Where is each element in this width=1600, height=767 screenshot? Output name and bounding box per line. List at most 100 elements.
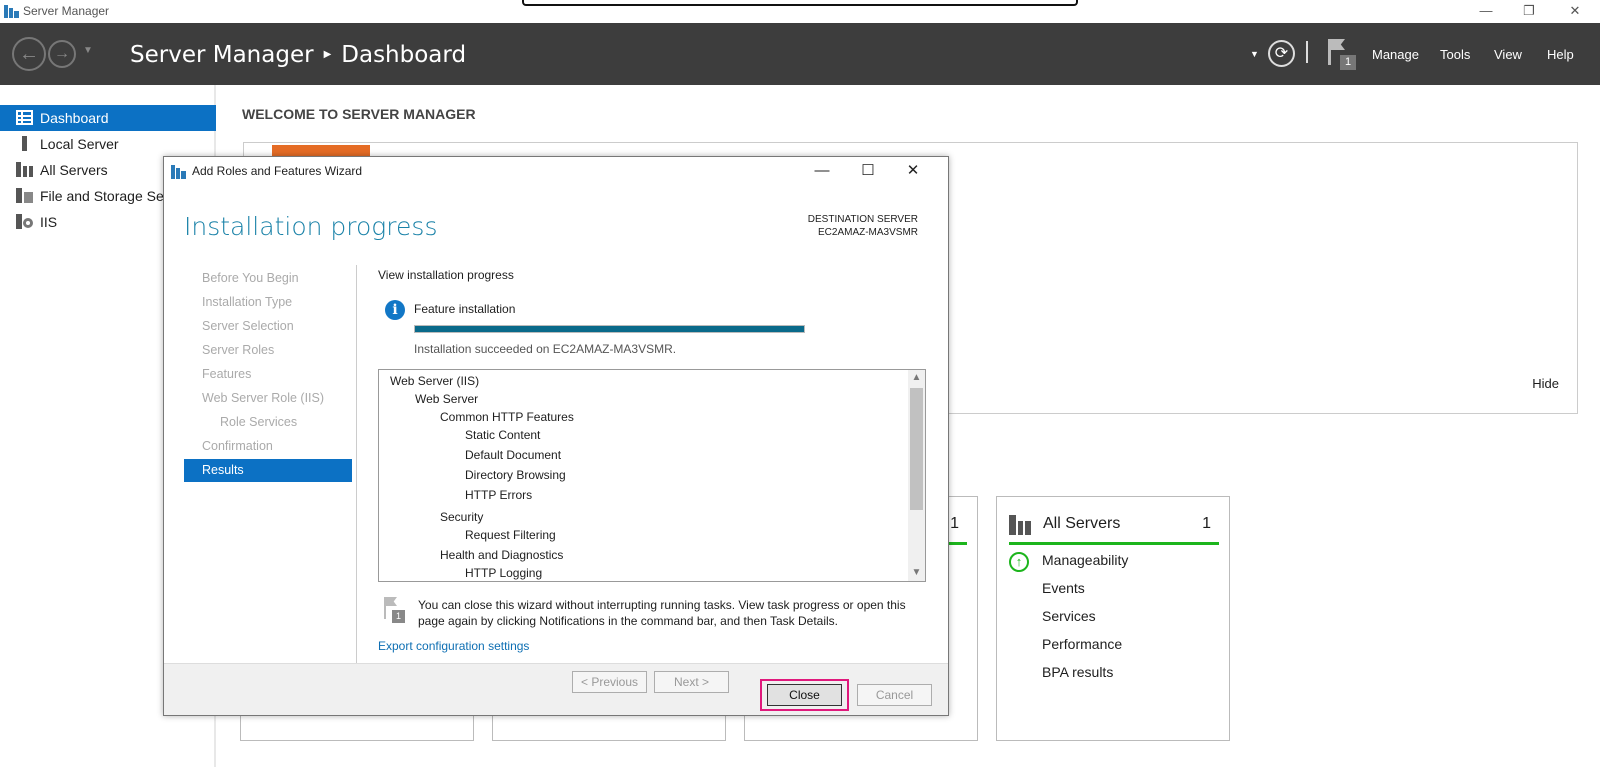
wizard-heading: Installation progress: [184, 212, 438, 241]
sidebar-item-label: All Servers: [40, 162, 108, 178]
step-before-you-begin: Before You Begin: [202, 271, 299, 285]
wizard-close-icon-button[interactable]: ✕: [901, 161, 925, 181]
scroll-up-icon[interactable]: ▲: [908, 370, 925, 386]
sidebar-item-label: Dashboard: [40, 110, 109, 126]
feature-item: Default Document: [465, 448, 562, 462]
destination-server: DESTINATION SERVER EC2AMAZ-MA3VSMR: [808, 213, 918, 239]
previous-button[interactable]: < Previous: [572, 671, 647, 693]
step-confirmation: Confirmation: [202, 439, 273, 453]
step-installation-type: Installation Type: [202, 295, 293, 309]
back-arrow-icon: ←: [19, 43, 39, 65]
tile-title: All Servers: [1043, 515, 1121, 532]
close-button[interactable]: Close: [767, 684, 842, 706]
wizard-maximize-button[interactable]: ☐: [856, 161, 880, 181]
separator: [1306, 41, 1308, 63]
iis-icon: [16, 214, 33, 229]
view-progress-label: View installation progress: [378, 268, 514, 282]
destination-label: DESTINATION SERVER: [807, 214, 918, 225]
wizard-title: Add Roles and Features Wizard: [192, 164, 363, 178]
tile-row-performance[interactable]: Performance: [1042, 636, 1122, 652]
welcome-heading: WELCOME TO SERVER MANAGER: [242, 106, 476, 122]
next-button[interactable]: Next >: [654, 671, 729, 693]
scrollbar-thumb[interactable]: [910, 388, 923, 510]
sidebar-item-label: IIS: [40, 214, 58, 230]
all-servers-icon: [1009, 515, 1031, 535]
breadcrumb: Server Manager ▶ Dashboard: [130, 42, 466, 68]
step-web-server-role: Web Server Role (IIS): [202, 391, 325, 405]
feature-item: Request Filtering: [465, 528, 556, 542]
menu-help[interactable]: Help: [1547, 47, 1574, 62]
command-bar: ← → ▼ Server Manager ▶ Dashboard ▼ ⟳ 1 Man…: [0, 23, 1600, 85]
feature-item: Static Content: [465, 428, 541, 442]
wizard-app-icon: [171, 165, 186, 179]
history-dropdown-icon[interactable]: ▼: [83, 45, 93, 56]
wizard-titlebar: Add Roles and Features Wizard — ☐ ✕: [164, 157, 948, 186]
back-button[interactable]: ←: [12, 37, 46, 71]
sidebar-item-label: Local Server: [40, 136, 119, 152]
status-text: Installation succeeded on EC2AMAZ-MA3VSM…: [414, 342, 677, 356]
file-storage-icon: [16, 188, 33, 203]
refresh-button[interactable]: ⟳: [1268, 40, 1295, 67]
hide-link[interactable]: Hide: [1532, 376, 1559, 391]
divider: [356, 265, 357, 665]
step-role-services: Role Services: [220, 415, 298, 429]
menu-tools[interactable]: Tools: [1440, 47, 1470, 62]
step-server-selection: Server Selection: [202, 319, 294, 333]
tile-row-bpa-results[interactable]: BPA results: [1042, 664, 1113, 680]
notifications-flag[interactable]: 1: [1326, 37, 1358, 71]
screen-notch: [522, 0, 1078, 6]
export-configuration-link[interactable]: Export configuration settings: [378, 639, 529, 653]
feature-item: Security: [440, 510, 484, 524]
tile-count: 1: [1202, 515, 1211, 532]
breadcrumb-separator-icon: ▶: [323, 49, 332, 60]
minimize-button[interactable]: —: [1471, 2, 1501, 20]
listbox-scrollbar[interactable]: ▲ ▼: [908, 370, 925, 581]
feature-item: Health and Diagnostics: [440, 548, 564, 562]
feature-item: Web Server (IIS): [390, 374, 480, 388]
scroll-down-icon[interactable]: ▼: [908, 565, 925, 581]
breadcrumb-page: Dashboard: [341, 42, 467, 68]
destination-server-name: EC2AMAZ-MA3VSMR: [817, 227, 918, 238]
progress-bar-fill: [415, 326, 804, 332]
feature-item: Common HTTP Features: [440, 410, 574, 424]
menu-manage[interactable]: Manage: [1372, 47, 1419, 62]
breadcrumb-app: Server Manager: [130, 42, 314, 68]
forward-arrow-icon: →: [54, 45, 70, 62]
menu-view[interactable]: View: [1494, 47, 1522, 62]
wizard-minimize-button[interactable]: —: [810, 161, 834, 181]
add-roles-wizard-dialog: Add Roles and Features Wizard — ☐ ✕ Inst…: [163, 156, 949, 716]
feature-item: Directory Browsing: [465, 468, 566, 482]
restore-button[interactable]: ❐: [1514, 2, 1544, 20]
tile-count: 1: [950, 515, 959, 532]
step-features: Features: [202, 367, 252, 381]
feature-item: HTTP Errors: [465, 488, 533, 502]
step-server-roles: Server Roles: [202, 343, 275, 357]
notification-count-badge: 1: [1340, 55, 1356, 70]
forward-button[interactable]: →: [48, 40, 76, 68]
close-window-button[interactable]: ✕: [1560, 2, 1590, 20]
notification-flag-icon: 1: [382, 597, 406, 623]
info-icon: i: [385, 300, 405, 320]
tile-row-manageability[interactable]: Manageability: [1042, 552, 1128, 568]
local-server-icon: [22, 136, 27, 151]
tile-row-services[interactable]: Services: [1042, 608, 1096, 624]
cancel-button[interactable]: Cancel: [857, 684, 932, 706]
tile-header: All Servers 1: [1009, 515, 1219, 545]
features-listbox[interactable]: Web Server (IIS) Web Server Common HTTP Fe…: [378, 369, 926, 582]
refresh-icon: ⟳: [1274, 45, 1289, 62]
sidebar-item-dashboard[interactable]: Dashboard: [0, 105, 216, 131]
chevron-down-icon[interactable]: ▼: [1250, 49, 1259, 59]
dashboard-icon: [16, 110, 33, 125]
server-manager-app-icon: [4, 5, 19, 18]
feature-item: Web Server: [415, 392, 479, 406]
all-servers-tile[interactable]: All Servers 1 ↑ Manageability Events Ser…: [996, 496, 1230, 741]
progress-bar: [414, 325, 805, 333]
sidebar-item-local-server[interactable]: Local Server: [0, 131, 216, 157]
step-results[interactable]: Results: [184, 459, 352, 482]
window-titlebar: Server Manager — ❐ ✕: [0, 0, 1600, 23]
tile-row-events[interactable]: Events: [1042, 580, 1085, 596]
flag-icon: [1328, 39, 1331, 65]
all-servers-icon: [16, 162, 33, 177]
close-info-note: You can close this wizard without interr…: [418, 598, 906, 628]
window-title: Server Manager: [23, 4, 110, 18]
